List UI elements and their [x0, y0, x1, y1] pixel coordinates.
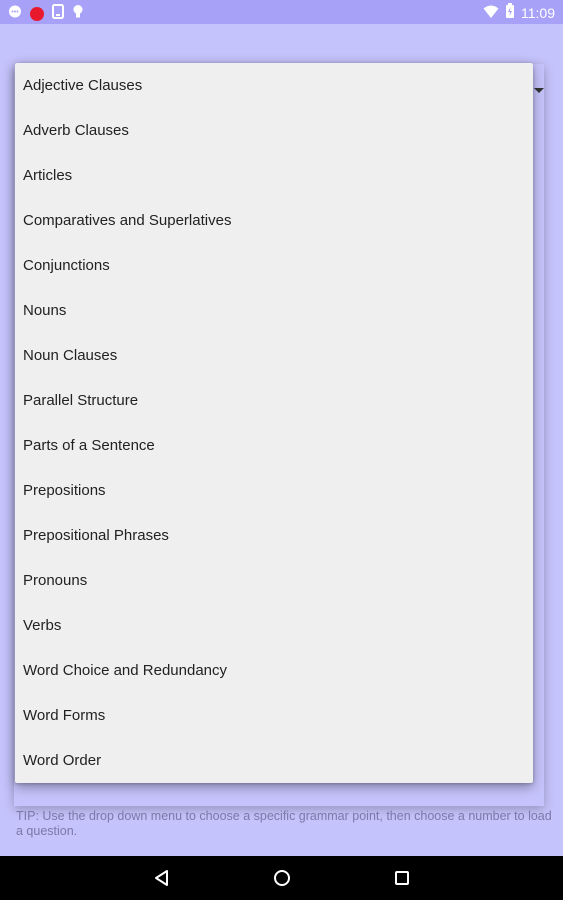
wifi-icon: [483, 4, 499, 23]
main-area: Adjective Clauses Adverb Clauses Article…: [0, 24, 563, 856]
home-icon[interactable]: [272, 868, 292, 888]
spinner-arrow-icon[interactable]: [534, 88, 544, 93]
dropdown-item-comparatives-superlatives[interactable]: Comparatives and Superlatives: [15, 198, 533, 243]
recent-apps-icon[interactable]: [392, 868, 412, 888]
dropdown-item-pronouns[interactable]: Pronouns: [15, 558, 533, 603]
dropdown-item-prepositions[interactable]: Prepositions: [15, 468, 533, 513]
status-bar: 11:09: [0, 0, 563, 24]
dropdown-item-parts-of-a-sentence[interactable]: Parts of a Sentence: [15, 423, 533, 468]
phone-icon: [52, 4, 64, 23]
system-icons: 11:09: [483, 3, 555, 23]
navigation-bar: [0, 856, 563, 900]
dropdown-item-nouns[interactable]: Nouns: [15, 288, 533, 333]
dropdown-item-noun-clauses[interactable]: Noun Clauses: [15, 333, 533, 378]
dropdown-item-prepositional-phrases[interactable]: Prepositional Phrases: [15, 513, 533, 558]
lightbulb-icon: [72, 4, 84, 23]
dropdown-item-adverb-clauses[interactable]: Adverb Clauses: [15, 108, 533, 153]
notification-icons: [8, 4, 84, 23]
dropdown-item-verbs[interactable]: Verbs: [15, 603, 533, 648]
dropdown-item-conjunctions[interactable]: Conjunctions: [15, 243, 533, 288]
dropdown-item-articles[interactable]: Articles: [15, 153, 533, 198]
dropdown-item-parallel-structure[interactable]: Parallel Structure: [15, 378, 533, 423]
battery-icon: [505, 3, 515, 23]
dropdown-item-word-order[interactable]: Word Order: [15, 738, 533, 783]
dropdown-item-adjective-clauses[interactable]: Adjective Clauses: [15, 63, 533, 108]
dropdown-item-word-forms[interactable]: Word Forms: [15, 693, 533, 738]
grammar-dropdown-list: Adjective Clauses Adverb Clauses Article…: [15, 63, 533, 783]
message-icon: [8, 4, 22, 23]
record-icon: [30, 6, 44, 21]
dropdown-item-word-choice-redundancy[interactable]: Word Choice and Redundancy: [15, 648, 533, 693]
back-icon[interactable]: [152, 868, 172, 888]
tip-text: TIP: Use the drop down menu to choose a …: [16, 809, 552, 838]
clock: 11:09: [521, 5, 555, 21]
